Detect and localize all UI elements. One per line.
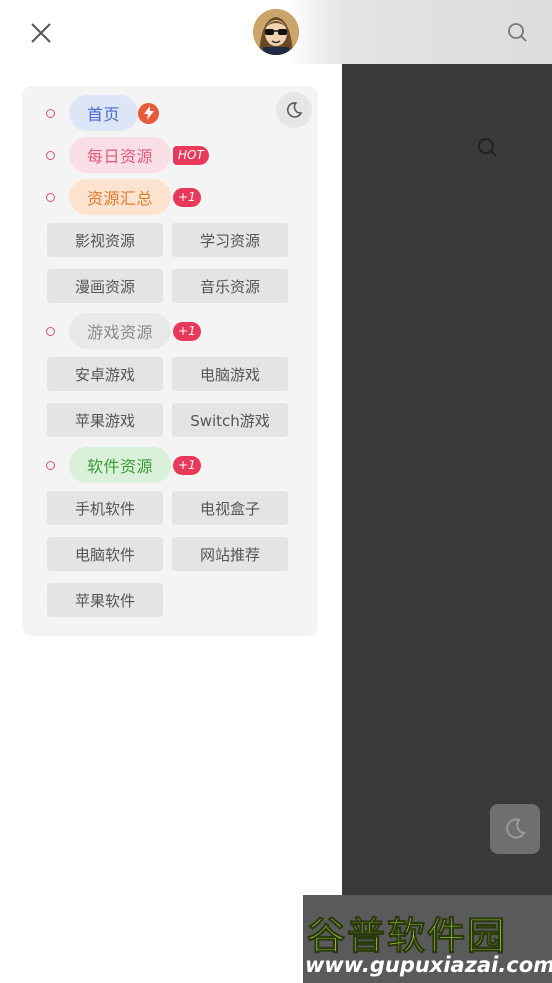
submenu-item[interactable]: 手机软件 (47, 491, 163, 525)
submenu-item[interactable]: 网站推荐 (172, 537, 288, 571)
avatar[interactable] (253, 9, 299, 55)
bullet-icon (46, 460, 55, 470)
submenu-item[interactable]: Switch游戏 (172, 403, 288, 437)
watermark-url: www.gupuxiazai.com (305, 953, 552, 977)
menu-item-games[interactable]: 游戏资源 +1 (46, 313, 201, 349)
bullet-icon (46, 108, 55, 118)
bullet-icon (46, 150, 55, 160)
search-icon[interactable] (505, 20, 531, 46)
submenu-item[interactable]: 安卓游戏 (47, 357, 163, 391)
menu-item-summary-label[interactable]: 资源汇总 (69, 179, 172, 215)
submenu-item[interactable]: 电脑游戏 (172, 357, 288, 391)
submenu-item[interactable]: 苹果游戏 (47, 403, 163, 437)
moon-icon (506, 818, 526, 839)
flash-icon (138, 102, 160, 124)
menu-item-daily-label[interactable]: 每日资源 (69, 137, 172, 173)
bullet-icon (46, 326, 55, 336)
bullet-icon (46, 192, 55, 202)
close-icon (31, 23, 51, 43)
menu-item-games-label[interactable]: 游戏资源 (69, 313, 172, 349)
menu-item-home-label[interactable]: 首页 (69, 95, 139, 131)
count-badge: +1 (173, 455, 201, 475)
watermark-title: 谷普软件园 (306, 914, 508, 959)
background-search-icon (478, 138, 497, 157)
menu-item-summary[interactable]: 资源汇总 +1 (46, 179, 201, 215)
menu-item-home[interactable]: 首页 (46, 95, 160, 131)
watermark-logo: 谷普软件园 www.gupuxiazai.com (303, 895, 552, 983)
menu-item-software-label[interactable]: 软件资源 (69, 447, 172, 483)
dark-mode-toggle[interactable] (276, 92, 312, 128)
submenu-item[interactable]: 电视盒子 (172, 491, 288, 525)
submenu-item[interactable]: 学习资源 (172, 223, 288, 257)
close-button[interactable] (26, 18, 56, 48)
submenu-item[interactable]: 漫画资源 (47, 269, 163, 303)
hot-badge: HOT (173, 145, 209, 165)
menu-item-daily[interactable]: 每日资源 HOT (46, 137, 209, 173)
submenu-item[interactable]: 苹果软件 (47, 583, 163, 617)
avatar-image (253, 9, 299, 55)
submenu-item[interactable]: 音乐资源 (172, 269, 288, 303)
moon-icon (286, 102, 303, 118)
submenu-item[interactable]: 影视资源 (47, 223, 163, 257)
count-badge: +1 (173, 321, 201, 341)
background-dark-mode-button (490, 804, 540, 854)
count-badge: +1 (173, 187, 201, 207)
submenu-item[interactable]: 电脑软件 (47, 537, 163, 571)
menu-item-software[interactable]: 软件资源 +1 (46, 447, 201, 483)
